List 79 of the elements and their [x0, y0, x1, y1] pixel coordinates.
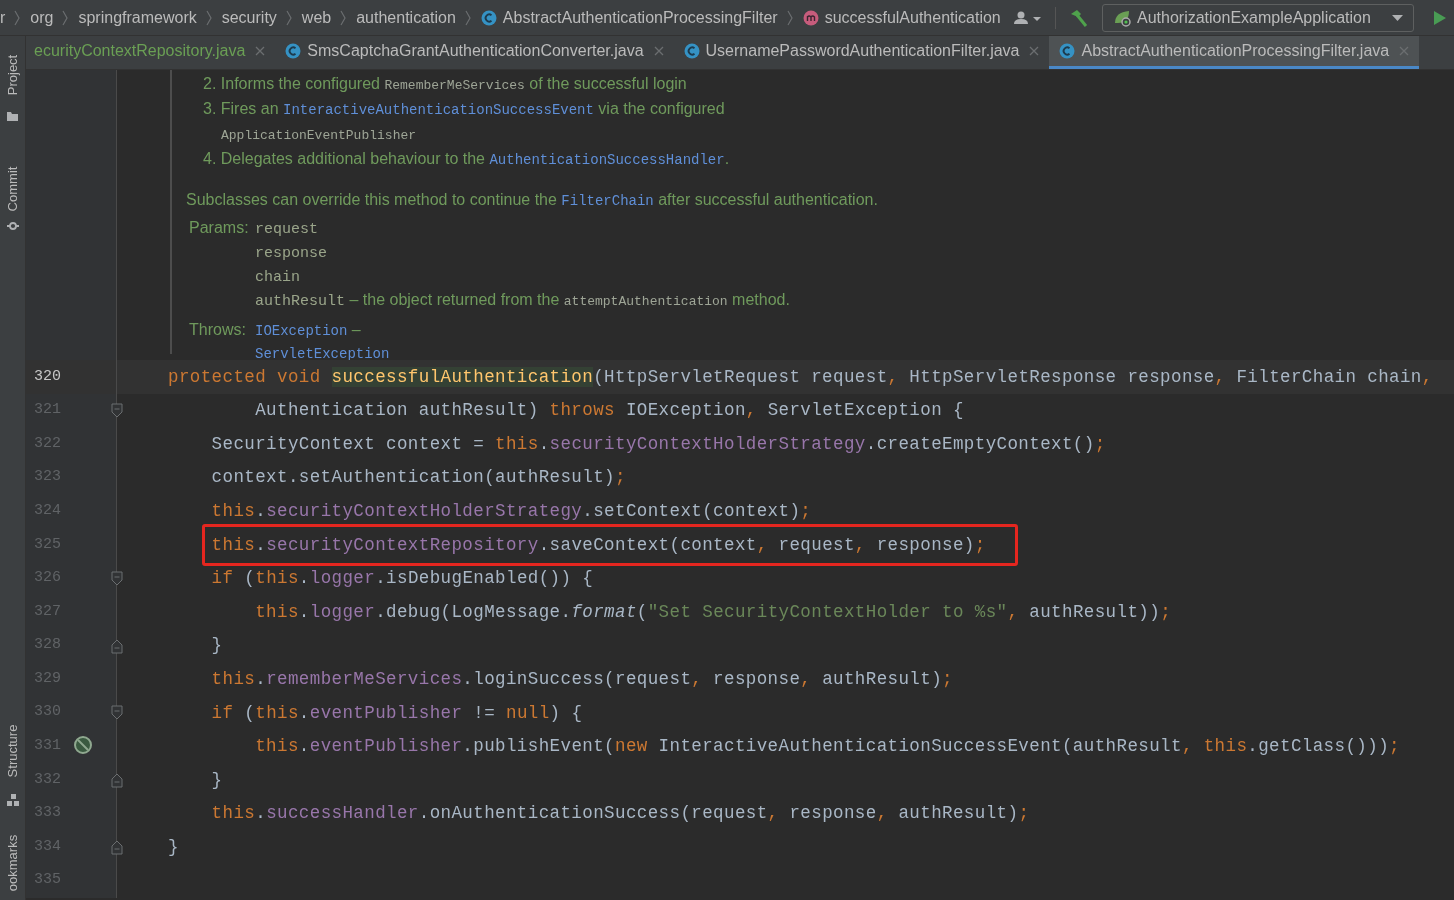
fold-icon[interactable]: [111, 637, 123, 654]
doc-list-item: 2. Informs the configured RememberMeServices of the successful login: [203, 74, 688, 95]
doc-section-label: Throws:: [189, 320, 247, 340]
doc-link[interactable]: FilterChain: [561, 193, 654, 209]
class-icon: [1059, 43, 1076, 59]
doc-list-item: 3. Fires an InteractiveAuthenticationSuccessEvent via the configured ApplicationEventPublisher: [203, 99, 726, 145]
chevron-icon: [786, 9, 794, 26]
code-line: protected void successfulAuthentication(HttpServletRequest request, HttpServletResponse response, FilterChain chain,: [168, 365, 1433, 389]
code-line: this.eventPublisher.publishEvent(new InteractiveAuthenticationSuccessEvent(authResult, this.getClass()));: [254, 735, 1400, 759]
fold-icon[interactable]: [111, 704, 123, 721]
line-number: 320: [33, 366, 62, 387]
code-line: }: [210, 634, 223, 658]
code-line: this.successHandler.onAuthenticationSuccess(request, response, authResult);: [210, 802, 1030, 826]
close-icon[interactable]: [255, 46, 266, 56]
breadcrumb-item[interactable]: web: [301, 5, 332, 30]
editor-tab[interactable]: SmsCaptchaGrantAuthenticationConverter.java: [275, 36, 674, 69]
code-line: }: [210, 768, 223, 792]
breadcrumb-item[interactable]: AbstractAuthenticationProcessingFilter: [502, 5, 778, 30]
spring-app-icon: [1113, 8, 1131, 27]
side-tool-tab[interactable]: ookmarks: [2, 834, 23, 892]
chevron-icon: [285, 9, 293, 26]
doc-entry: request: [255, 220, 319, 240]
chevron-icon: [464, 9, 472, 26]
editor-tab[interactable]: ecurityContextRepository.java: [26, 36, 276, 69]
chevron-icon: [205, 9, 213, 26]
code-line: this.rememberMeServices.loginSuccess(request, response, authResult);: [210, 668, 953, 691]
editor-tab[interactable]: UsernamePasswordAuthenticationFilter.java: [673, 36, 1050, 69]
commit-icon: [6, 220, 19, 232]
doc-list-item: 4. Delegates additional behaviour to the AuthenticationSuccessHandler.: [203, 149, 731, 170]
run-config-dropdown[interactable]: AuthorizationExampleApplication: [1102, 3, 1414, 32]
code-line: this.logger.debug(LogMessage.format("Set SecurityContextHolder to %s", authResult));: [254, 600, 1172, 624]
code-line: this.securityContextHolderStrategy.setContext(context);: [210, 500, 812, 524]
side-tool-tab[interactable]: Commit: [2, 166, 23, 212]
code-line: this.securityContextRepository.saveContext(context, request, response);: [210, 533, 986, 557]
caret-icon: [1392, 14, 1403, 21]
breadcrumb-item[interactable]: r: [0, 5, 6, 30]
side-tool-tab[interactable]: Structure: [2, 724, 23, 778]
doc-section-label: Params:: [189, 218, 250, 238]
doc-link[interactable]: InteractiveAuthenticationSuccessEvent: [283, 102, 594, 118]
breadcrumb-item[interactable]: authentication: [356, 5, 456, 30]
breadcrumb-item[interactable]: security: [221, 5, 277, 30]
doc-entry: authResult – the object returned from the attemptAuthentication method.: [255, 290, 790, 312]
chevron-icon: [340, 9, 348, 26]
code-line: context.setAuthentication(authResult);: [210, 466, 626, 490]
user-icon[interactable]: [1013, 9, 1043, 26]
class-icon: [683, 43, 700, 59]
code-line: if (this.logger.isDebugEnabled()) {: [210, 567, 594, 591]
breadcrumb-item[interactable]: springframework: [78, 5, 197, 30]
doc-link[interactable]: IOException: [255, 323, 348, 339]
run-icon[interactable]: [1432, 9, 1448, 26]
structure-icon: [6, 794, 19, 806]
breadcrumb-item[interactable]: org: [30, 5, 54, 30]
implementation-icon[interactable]: [73, 734, 93, 755]
fold-icon[interactable]: [111, 839, 123, 856]
fold-icon[interactable]: [111, 402, 123, 419]
code-line: if (this.eventPublisher != null) {: [210, 701, 583, 725]
doc-link[interactable]: AuthenticationSuccessHandler: [489, 152, 725, 168]
doc-entry: chain: [255, 268, 301, 288]
chevron-icon: [14, 9, 22, 26]
code-line: SecurityContext context = this.securityContextHolderStrategy.createEmptyContext();: [210, 432, 1106, 456]
doc-paragraph: Subclasses can override this method to continue the FilterChain after successful authentication.: [186, 190, 879, 211]
editor-tab[interactable]: AbstractAuthenticationProcessingFilter.java: [1049, 36, 1420, 69]
fold-icon[interactable]: [111, 772, 123, 789]
class-icon: [480, 9, 497, 26]
class-icon: [285, 43, 302, 59]
chevron-icon: [62, 9, 70, 26]
code-line: Authentication authResult) throws IOException, ServletException {: [254, 399, 964, 423]
side-tool-tab[interactable]: Project: [2, 54, 23, 96]
close-icon[interactable]: [1399, 46, 1410, 56]
doc-entry: IOException –: [255, 320, 362, 341]
method-icon: [802, 9, 819, 26]
breadcrumb-item[interactable]: successfulAuthentication: [824, 5, 1001, 30]
folder-icon: [6, 110, 19, 122]
doc-link[interactable]: ServletException: [255, 346, 390, 360]
doc-entry: response: [255, 244, 328, 264]
code-line: }: [168, 836, 179, 859]
close-icon[interactable]: [653, 46, 664, 56]
close-icon[interactable]: [1029, 46, 1040, 56]
fold-icon[interactable]: [111, 570, 123, 587]
